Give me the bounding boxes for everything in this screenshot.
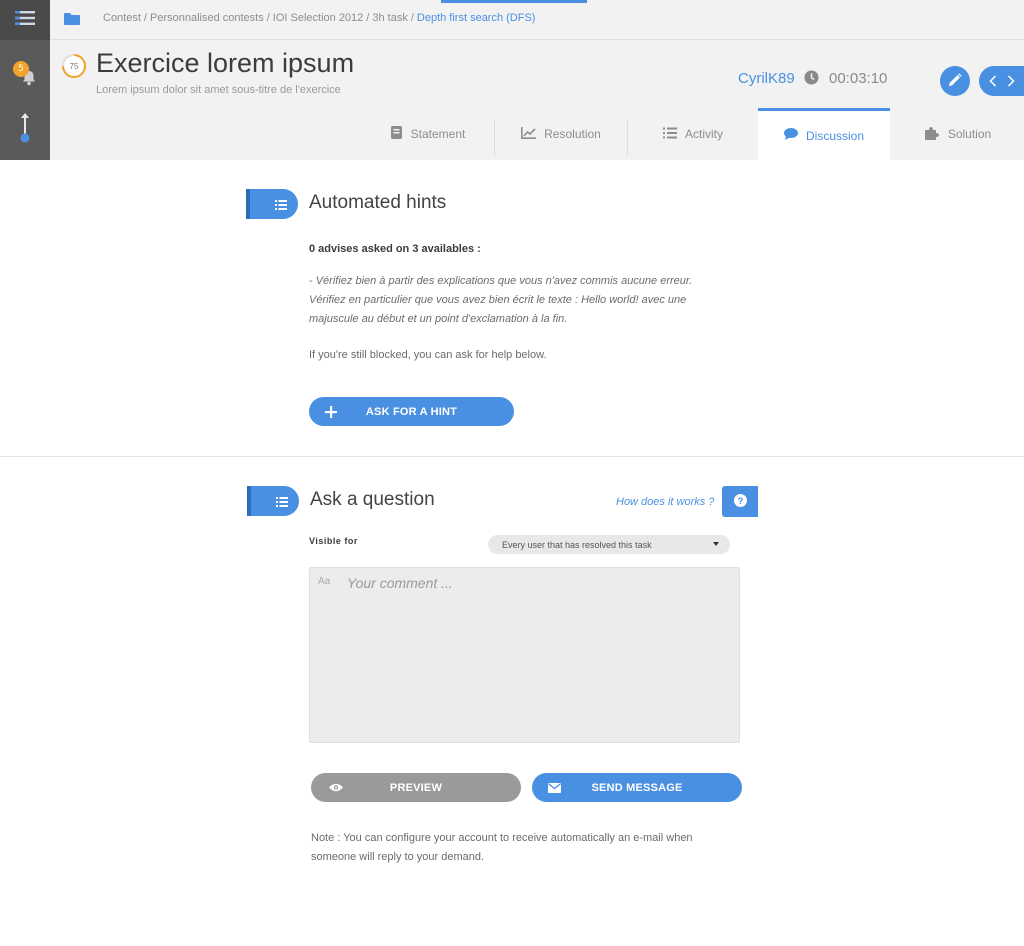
envelope-icon <box>548 773 561 802</box>
visibility-value: Every user that has resolved this task <box>502 539 652 550</box>
tab-activity[interactable]: Activity <box>628 108 758 160</box>
comment-placeholder: Your comment ... <box>347 575 453 591</box>
email-note: Note : You can configure your account to… <box>311 832 693 863</box>
section-divider <box>0 456 1024 457</box>
visible-for-label: Visible for <box>309 536 358 546</box>
username-link[interactable]: CyrilK89 <box>738 70 795 87</box>
tab-statement[interactable]: Statement <box>362 108 494 160</box>
task-navigation <box>979 66 1024 96</box>
comment-icon <box>783 128 798 143</box>
text-format-icon[interactable]: Aa <box>318 576 330 587</box>
eye-icon <box>329 773 343 802</box>
tab-label: Resolution <box>544 127 601 141</box>
breadcrumb-item[interactable]: Personnalised contests <box>150 12 264 24</box>
send-message-label: SEND MESSAGE <box>591 781 683 794</box>
tab-label: Statement <box>410 127 466 141</box>
hint-text: - Vérifiez bien à partir des explication… <box>309 275 693 325</box>
tab-discussion[interactable]: Discussion <box>758 108 890 160</box>
hamburger-icon <box>15 10 35 30</box>
tab-label: Solution <box>947 127 992 141</box>
how-it-works-link[interactable]: How does it works ? <box>616 496 714 508</box>
task-tabs: Statement Resolution Activity Discussion <box>50 108 1024 160</box>
tab-resolution[interactable]: Resolution <box>495 108 627 160</box>
help-button[interactable]: ? <box>722 486 758 517</box>
left-sidebar: 5 <box>0 0 50 160</box>
question-circle-icon: ? <box>733 492 747 511</box>
question-section-icon <box>247 486 299 516</box>
preview-button[interactable]: PREVIEW <box>311 773 521 802</box>
arrow-up-icon <box>19 113 31 147</box>
score-ring: 75 <box>61 53 87 79</box>
timer: 00:03:10 <box>829 70 888 87</box>
chevron-left-icon <box>989 75 997 87</box>
clock-icon <box>804 70 819 89</box>
menu-button[interactable] <box>0 0 50 40</box>
scroll-top-button[interactable] <box>0 108 50 152</box>
puzzle-icon <box>924 126 940 143</box>
breadcrumb-item[interactable]: Contest <box>103 12 141 24</box>
tab-label: Activity <box>684 127 723 141</box>
pencil-icon <box>948 72 962 91</box>
edit-button[interactable] <box>940 66 970 96</box>
active-crumb-indicator <box>441 0 587 3</box>
tab-label: Discussion <box>805 128 865 143</box>
comment-textarea[interactable]: Aa Your comment ... <box>309 567 740 743</box>
previous-task-button[interactable] <box>989 75 997 87</box>
breadcrumb-item[interactable]: 3h task <box>372 12 407 24</box>
visibility-select[interactable]: Every user that has resolved this task <box>488 535 730 554</box>
send-message-button[interactable]: SEND MESSAGE <box>532 773 742 802</box>
question-title: Ask a question <box>310 489 435 510</box>
score-value: 75 <box>70 62 79 71</box>
notifications-button[interactable]: 5 <box>0 52 50 100</box>
page-subtitle: Lorem ipsum dolor sit amet sous-titre de… <box>96 84 341 96</box>
breadcrumb: Contest / Personnalised contests / IOI Selec… <box>103 12 536 24</box>
breadcrumb-current[interactable]: Depth first search (DFS) <box>417 12 536 24</box>
tab-solution[interactable]: Solution <box>892 108 1024 160</box>
chart-icon <box>521 126 537 142</box>
list-icon <box>275 195 287 214</box>
book-icon <box>390 126 403 142</box>
chevron-right-icon <box>1007 75 1015 87</box>
hints-section-icon <box>246 189 298 219</box>
list-icon <box>276 492 288 511</box>
page-title: Exercice lorem ipsum <box>96 48 355 78</box>
notification-badge: 5 <box>13 61 29 77</box>
hints-title: Automated hints <box>309 192 447 213</box>
caret-down-icon <box>713 542 719 546</box>
hints-count: 0 advises asked on 3 availables : <box>309 243 481 255</box>
task-header: Contest / Personnalised contests / IOI Selec… <box>50 0 1024 160</box>
svg-text:?: ? <box>737 496 743 506</box>
ask-hint-button[interactable]: ASK FOR A HINT <box>309 397 514 426</box>
list-icon <box>662 127 677 142</box>
still-blocked-text: If you're still blocked, you can ask for… <box>309 349 547 361</box>
ask-hint-label: ASK FOR A HINT <box>365 405 458 418</box>
breadcrumb-item[interactable]: IOI Selection 2012 <box>273 12 364 24</box>
next-task-button[interactable] <box>1007 75 1015 87</box>
breadcrumb-bar: Contest / Personnalised contests / IOI Selec… <box>50 0 1024 40</box>
plus-icon <box>325 397 337 426</box>
folder-icon[interactable] <box>64 11 80 30</box>
